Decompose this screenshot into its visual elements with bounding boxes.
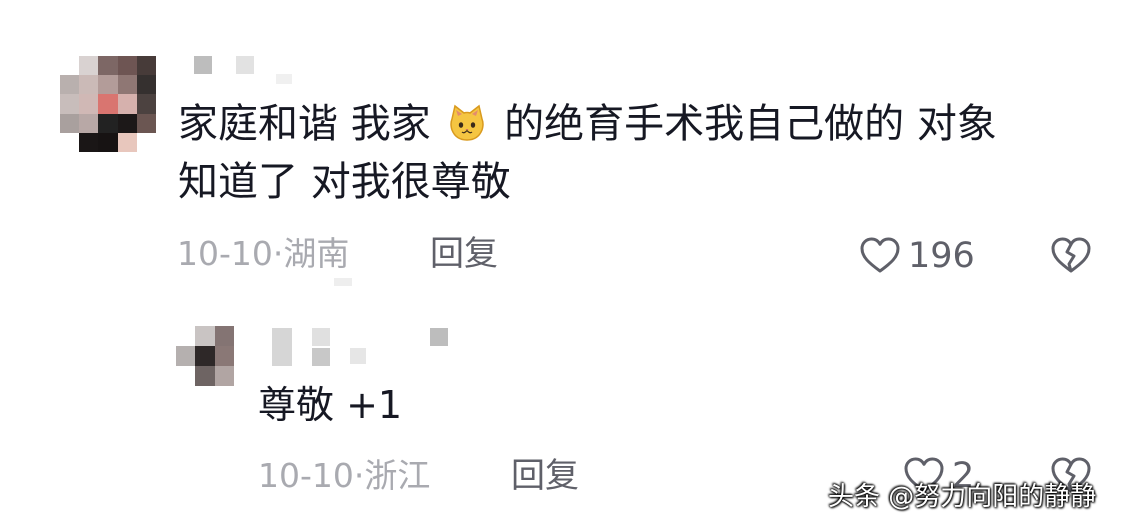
broken-heart-icon[interactable]: [1050, 236, 1092, 274]
reply-location: 浙江: [364, 456, 431, 495]
reply-button[interactable]: 回复: [511, 456, 579, 496]
cat-face-icon: [447, 102, 487, 142]
meta-separator: ·: [353, 456, 365, 495]
comment-text-segment: 家庭和谐 我家: [178, 101, 431, 147]
comment-date: 10-10: [177, 234, 273, 273]
mosaic-block: [334, 278, 352, 286]
comment-text-segment: 的绝育手术我自己做的 对象: [504, 101, 997, 147]
like-count: 196: [908, 236, 975, 276]
meta-separator: ·: [272, 234, 284, 273]
reply-date: 10-10: [258, 456, 354, 495]
reply-button[interactable]: 回复: [430, 234, 498, 274]
heart-icon[interactable]: [859, 236, 901, 274]
comment-text-line2: 知道了 对我很尊敬: [178, 159, 511, 205]
comment-meta: 10-10·湖南: [177, 234, 349, 274]
reply-text: 尊敬 +1: [258, 383, 403, 427]
comment-text: 家庭和谐 我家 的绝育手术我自己做的 对象: [178, 96, 997, 152]
avatar[interactable]: [176, 326, 234, 386]
watermark: 头条 @努力向阳的静静: [828, 482, 1097, 512]
comment-location: 湖南: [283, 234, 350, 273]
reply-meta: 10-10·浙江: [258, 456, 430, 496]
avatar[interactable]: [60, 56, 156, 152]
